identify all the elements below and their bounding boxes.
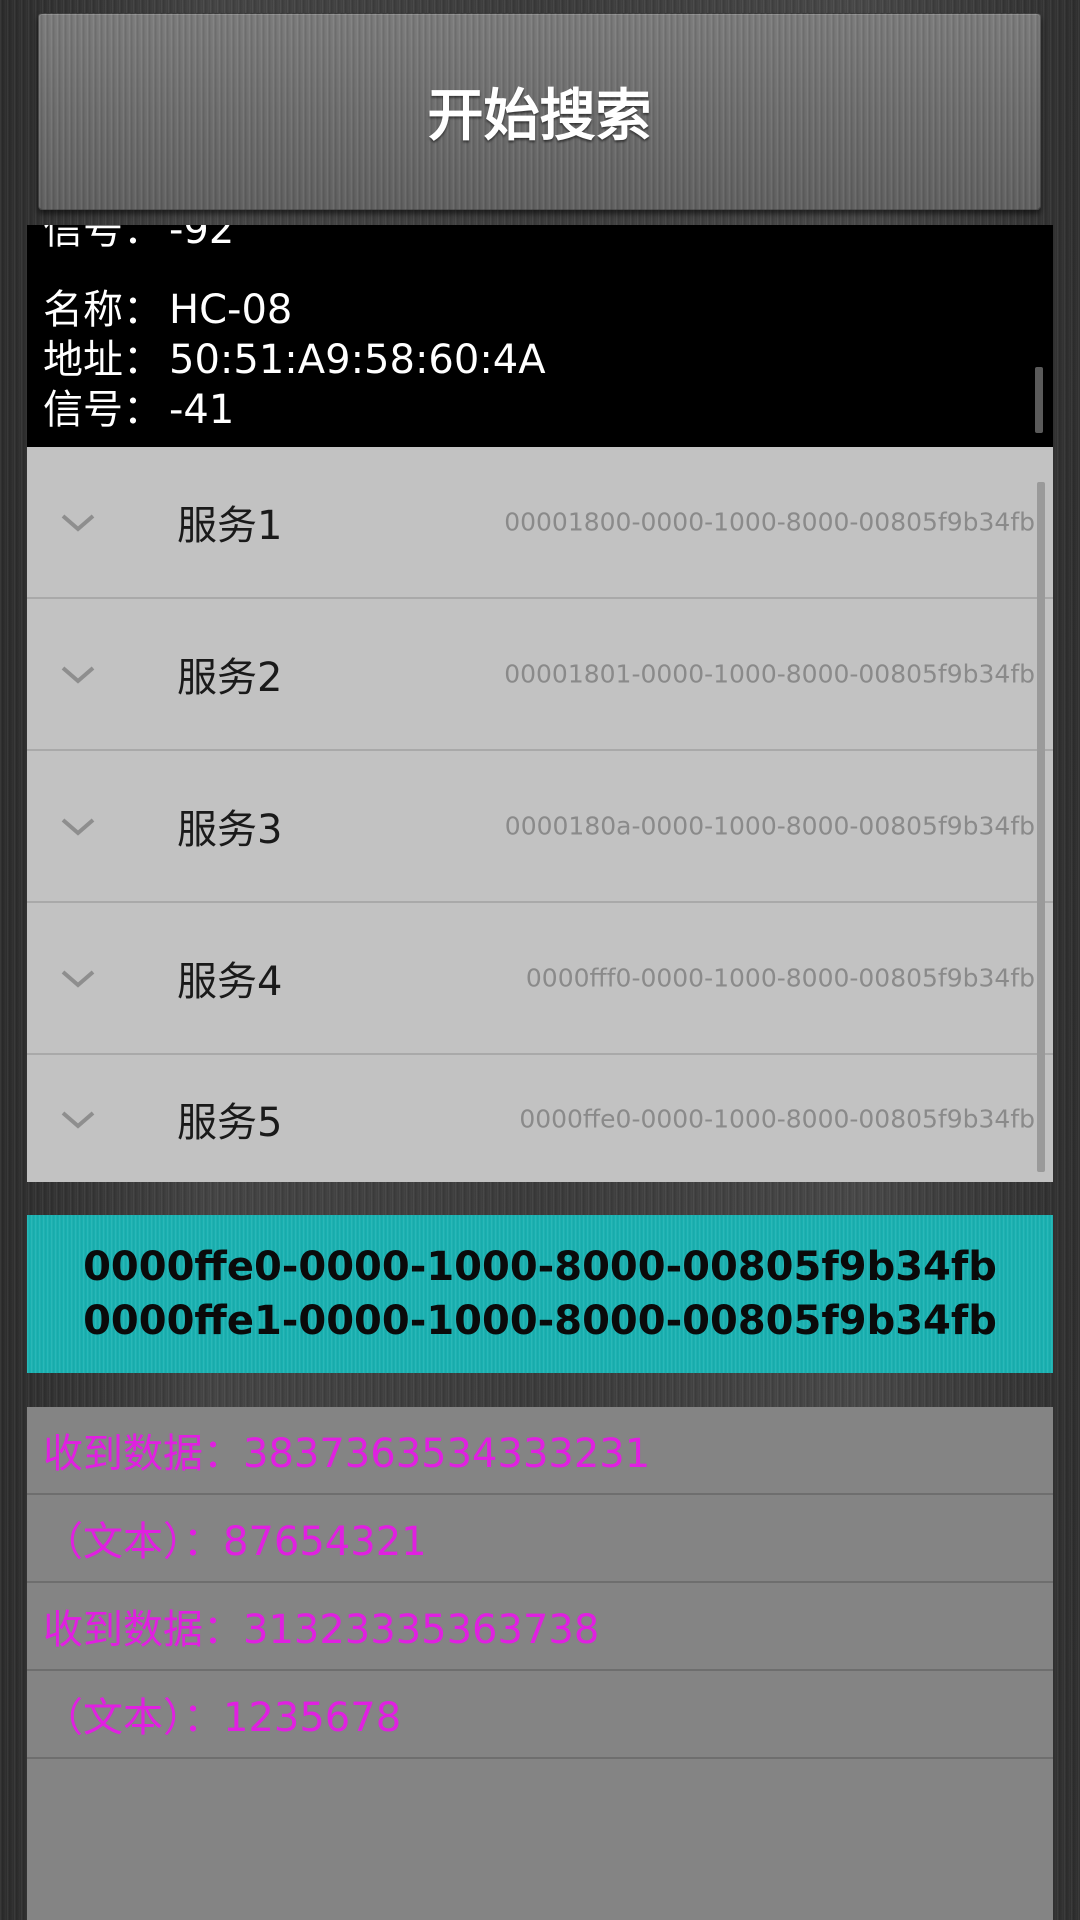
- chevron-down-icon: [61, 514, 95, 532]
- address-label: 地址：: [43, 337, 163, 383]
- characteristic-uuid-text: 0000ffe1-0000-1000-8000-00805f9b34fb: [83, 1298, 997, 1344]
- chevron-down-icon: [61, 970, 95, 988]
- chevron-down-icon: [61, 1110, 95, 1129]
- received-text-row: （文本）：1235678: [27, 1671, 1053, 1759]
- service-uuid: 00001801-0000-1000-8000-00805f9b34fb: [504, 659, 1035, 689]
- service-uuid: 00001800-0000-1000-8000-00805f9b34fb: [504, 507, 1035, 537]
- device-list-scrollbar[interactable]: [1035, 367, 1043, 433]
- service-label: 服务2: [177, 655, 283, 701]
- received-data-row: 收到数据：3837363534333231: [27, 1407, 1053, 1495]
- service-label: 服务4: [177, 959, 283, 1005]
- device-name: HC-08: [169, 287, 293, 333]
- received-text-row: （文本）：87654321: [27, 1495, 1053, 1583]
- service-uuid-text: 0000ffe0-0000-1000-8000-00805f9b34fb: [83, 1244, 997, 1290]
- service-item-1[interactable]: 服务1 00001800-0000-1000-8000-00805f9b34fb: [27, 447, 1053, 599]
- device-address: 50:51:A9:58:60:4A: [169, 337, 546, 383]
- chevron-down-icon: [61, 666, 95, 684]
- received-data-list[interactable]: 收到数据：3837363534333231 （文本）：87654321 收到数据…: [27, 1407, 1053, 1920]
- service-item-2[interactable]: 服务2 00001801-0000-1000-8000-00805f9b34fb: [27, 599, 1053, 751]
- characteristic-banner[interactable]: 0000ffe0-0000-1000-8000-00805f9b34fb 000…: [27, 1215, 1053, 1373]
- service-label: 服务3: [177, 807, 283, 853]
- service-uuid: 0000fff0-0000-1000-8000-00805f9b34fb: [525, 963, 1035, 993]
- device-signal: -41: [169, 387, 235, 433]
- signal-label: 信号：: [43, 387, 163, 433]
- service-item-5[interactable]: 服务5 0000ffe0-0000-1000-8000-00805f9b34fb: [27, 1055, 1053, 1182]
- device-list[interactable]: 信号： -92 名称： HC-08 地址： 50:51:A9:58:60:4A 信号：…: [27, 225, 1053, 447]
- service-item-4[interactable]: 服务4 0000fff0-0000-1000-8000-00805f9b34fb: [27, 903, 1053, 1055]
- service-list-scrollbar[interactable]: [1037, 482, 1045, 1172]
- signal-label: 信号：: [43, 225, 163, 253]
- service-item-3[interactable]: 服务3 0000180a-0000-1000-8000-00805f9b34fb: [27, 751, 1053, 903]
- name-label: 名称：: [43, 287, 163, 333]
- service-uuid: 0000ffe0-0000-1000-8000-00805f9b34fb: [519, 1104, 1035, 1133]
- received-data-row: 收到数据：31323335363738: [27, 1583, 1053, 1671]
- service-uuid: 0000180a-0000-1000-8000-00805f9b34fb: [504, 811, 1035, 841]
- service-list[interactable]: 服务1 00001800-0000-1000-8000-00805f9b34fb…: [27, 447, 1053, 1182]
- chevron-down-icon: [61, 818, 95, 836]
- device-list-item-partial[interactable]: 信号： -92: [43, 225, 234, 255]
- start-search-button[interactable]: 开始搜索: [38, 13, 1041, 210]
- service-label: 服务1: [177, 503, 283, 549]
- service-label: 服务5: [177, 1099, 283, 1146]
- signal-value: -92: [169, 225, 235, 253]
